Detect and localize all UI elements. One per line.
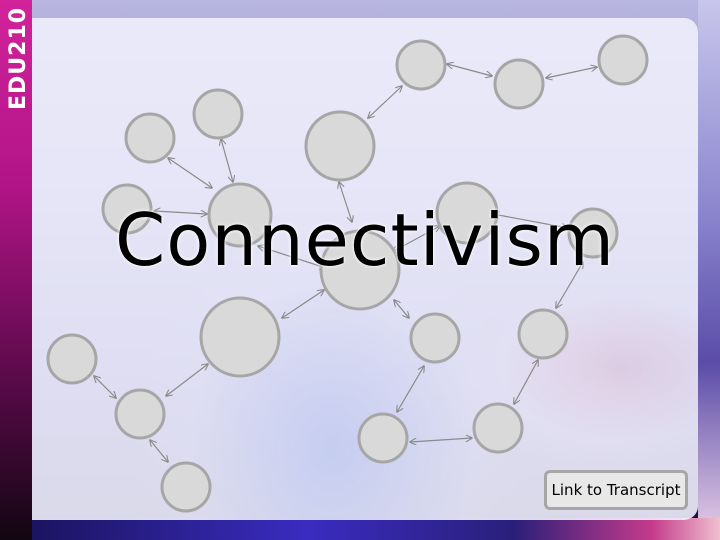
network-node <box>357 412 409 464</box>
network-node <box>493 58 545 110</box>
network-link <box>166 364 208 396</box>
network-node <box>160 461 212 513</box>
slide-title: Connectivism <box>115 198 615 282</box>
network-link <box>394 300 409 318</box>
network-link <box>168 158 212 188</box>
network-node <box>517 308 569 360</box>
network-node <box>409 312 461 364</box>
network-node <box>192 88 244 140</box>
network-link <box>368 86 402 118</box>
network-node <box>395 39 447 91</box>
network-node <box>597 34 649 86</box>
network-link <box>282 290 324 318</box>
network-link <box>150 440 168 462</box>
network-link <box>94 376 116 398</box>
network-node <box>124 112 176 164</box>
network-node <box>199 296 281 378</box>
network-link <box>447 64 492 76</box>
network-link <box>514 360 538 404</box>
network-node <box>472 402 524 454</box>
network-link <box>397 366 424 412</box>
network-link <box>410 438 472 442</box>
network-link <box>221 139 233 182</box>
network-link <box>546 67 597 78</box>
network-node <box>46 333 98 385</box>
transcript-button-label: Link to Transcript <box>551 481 681 499</box>
network-node <box>304 110 376 182</box>
network-node <box>114 388 166 440</box>
link-to-transcript-button[interactable]: Link to Transcript <box>544 470 688 510</box>
